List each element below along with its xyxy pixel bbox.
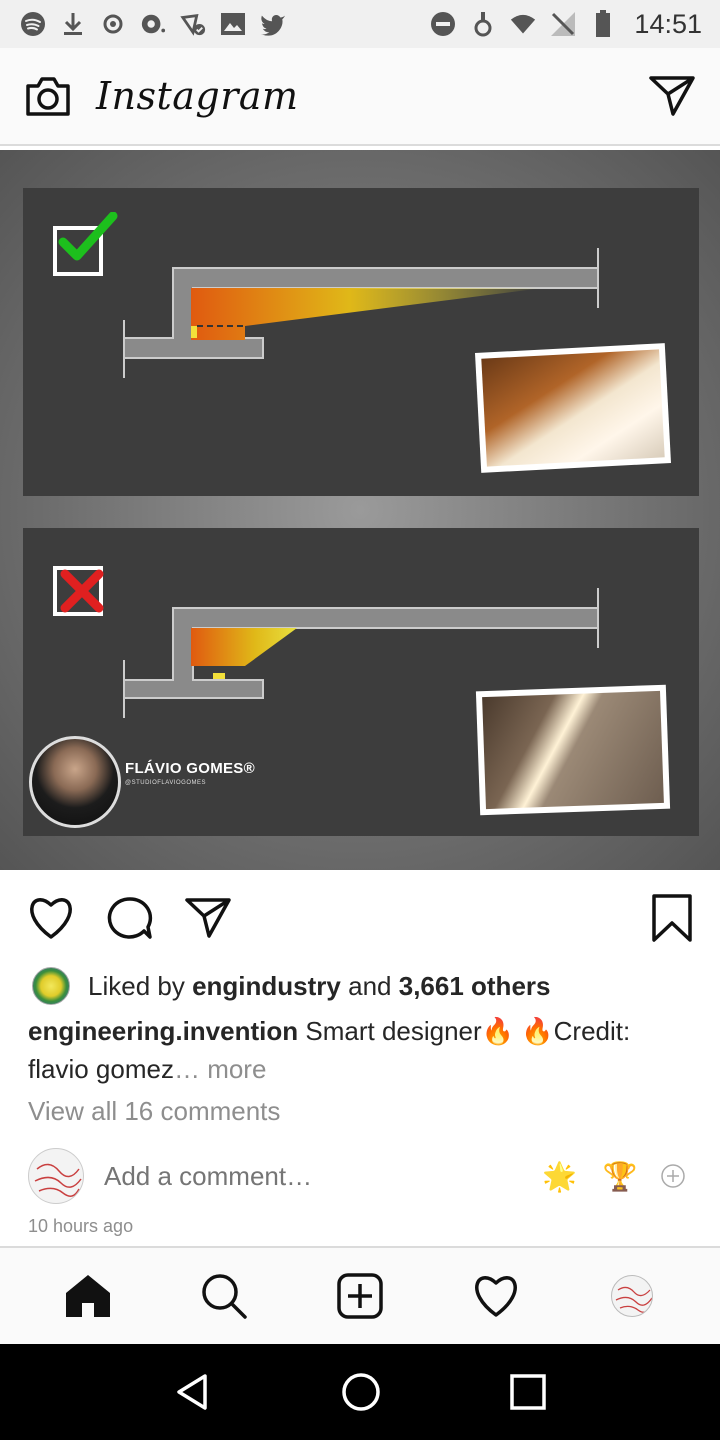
alarm-icon bbox=[470, 11, 496, 37]
finished-ceiling-photo bbox=[474, 343, 672, 473]
recents-icon[interactable] bbox=[509, 1373, 547, 1411]
avatar bbox=[28, 1148, 84, 1204]
camera-icon bbox=[140, 11, 166, 37]
new-post-icon[interactable] bbox=[330, 1266, 390, 1326]
bookmark-icon[interactable] bbox=[650, 893, 694, 943]
app-header: Instagram bbox=[0, 48, 720, 146]
view-all-comments-link[interactable]: View all 16 comments bbox=[28, 1096, 280, 1127]
activity-heart-icon[interactable] bbox=[466, 1266, 526, 1326]
camera-icon[interactable] bbox=[24, 74, 72, 118]
incorrect-example-panel: FLÁVIO GOMES® @STUDIOFLAVIOGOMES bbox=[23, 528, 699, 836]
direct-message-icon[interactable] bbox=[648, 74, 696, 118]
do-not-disturb-icon bbox=[430, 11, 456, 37]
comment-input[interactable] bbox=[104, 1160, 524, 1192]
system-navigation-bar bbox=[0, 1344, 720, 1440]
spotify-icon bbox=[20, 11, 46, 37]
likes-others[interactable]: 3,661 others bbox=[399, 971, 551, 1002]
add-emoji-icon[interactable] bbox=[660, 1163, 686, 1189]
correct-example-panel bbox=[23, 188, 699, 496]
author-handle: @STUDIOFLAVIOGOMES bbox=[125, 780, 206, 786]
profile-tab[interactable] bbox=[602, 1266, 662, 1326]
comment-icon[interactable] bbox=[106, 895, 154, 941]
like-icon[interactable] bbox=[26, 895, 76, 941]
caption-username[interactable]: engineering.invention bbox=[28, 1016, 298, 1046]
wifi-icon bbox=[510, 11, 536, 37]
post-caption: engineering.invention Smart designer🔥 🔥C… bbox=[28, 1012, 688, 1088]
add-comment-row: 🌟 🏆 bbox=[28, 1148, 692, 1204]
search-icon[interactable] bbox=[194, 1266, 254, 1326]
post-image[interactable]: FLÁVIO GOMES® @STUDIOFLAVIOGOMES bbox=[0, 150, 720, 870]
author-name: FLÁVIO GOMES® bbox=[125, 760, 255, 777]
twitter-icon bbox=[260, 11, 286, 37]
liker-avatar bbox=[32, 967, 70, 1005]
no-sim-icon bbox=[550, 11, 576, 37]
profile-avatar-icon bbox=[611, 1275, 653, 1317]
back-icon[interactable] bbox=[173, 1372, 213, 1412]
bottom-navigation bbox=[0, 1246, 720, 1344]
home-button-icon[interactable] bbox=[340, 1371, 382, 1413]
sync-icon bbox=[100, 11, 126, 37]
post-timestamp: 10 hours ago bbox=[28, 1216, 134, 1236]
battery-icon bbox=[590, 10, 616, 37]
status-right-icons: 14:51 bbox=[430, 9, 702, 40]
image-icon bbox=[220, 11, 246, 37]
post-actions bbox=[0, 880, 720, 956]
likes-prefix: Liked by bbox=[88, 970, 185, 1001]
star-emoji-button[interactable]: 🌟 bbox=[542, 1160, 577, 1193]
share-network-icon bbox=[180, 11, 206, 37]
status-time: 14:51 bbox=[634, 8, 702, 39]
caption-more-link[interactable]: … more bbox=[174, 1054, 266, 1084]
status-left-icons bbox=[20, 11, 286, 37]
likes-conjunction: and bbox=[348, 970, 392, 1001]
app-logo: Instagram bbox=[96, 74, 299, 118]
author-photo bbox=[29, 736, 121, 828]
trophy-emoji-button[interactable]: 🏆 bbox=[603, 1160, 638, 1193]
likes-summary[interactable]: Liked by engindustry and 3,661 others bbox=[32, 964, 550, 1008]
share-icon[interactable] bbox=[184, 896, 232, 940]
finished-ceiling-photo-bad bbox=[475, 684, 671, 816]
liker-username[interactable]: engindustry bbox=[192, 971, 341, 1002]
home-icon[interactable] bbox=[58, 1266, 118, 1326]
status-bar: 14:51 bbox=[0, 0, 720, 48]
download-icon bbox=[60, 11, 86, 37]
